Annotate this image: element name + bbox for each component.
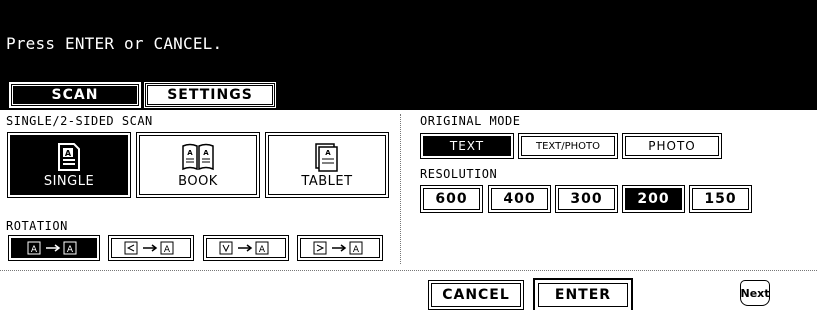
svg-text:A: A (259, 245, 266, 255)
panel-divider-horizontal (0, 270, 817, 271)
enter-button[interactable]: ENTER (533, 278, 633, 310)
svg-text:A: A (187, 149, 193, 157)
svg-text:A: A (65, 149, 72, 158)
tablet-icon: A (315, 143, 338, 172)
svg-text:A: A (325, 149, 331, 157)
status-message: Press ENTER or CANCEL. (6, 34, 223, 53)
resolution-label: RESOLUTION (420, 167, 498, 181)
rotation-left-button[interactable]: A (108, 235, 194, 261)
tablet-label: TABLET (301, 174, 353, 189)
resolution-300-button[interactable]: 300 (555, 185, 618, 213)
rotation-right-button[interactable]: A (297, 235, 383, 261)
svg-text:A: A (67, 245, 74, 255)
rotation-none-icon: A A (27, 241, 77, 255)
svg-text:A: A (164, 245, 171, 255)
book-icon: A A (182, 143, 214, 171)
svg-text:A: A (353, 245, 360, 255)
tab-scan[interactable]: SCAN (9, 82, 141, 108)
tablet-button[interactable]: A TABLET (265, 132, 389, 198)
svg-text:A: A (203, 149, 209, 157)
svg-text:A: A (31, 245, 38, 255)
original-mode-label: ORIGINAL MODE (420, 114, 521, 128)
message-bar: Press ENTER or CANCEL. (0, 0, 817, 78)
resolution-150-button[interactable]: 150 (689, 185, 752, 213)
rotation-right-icon: A (313, 241, 363, 255)
resolution-600-button[interactable]: 600 (420, 185, 483, 213)
rotation-down-icon: A (219, 241, 269, 255)
mode-photo-button[interactable]: PHOTO (622, 133, 722, 159)
resolution-400-button[interactable]: 400 (488, 185, 551, 213)
rotation-down-button[interactable]: A (203, 235, 289, 261)
next-icon: Next (740, 286, 770, 300)
mode-text-photo-button[interactable]: TEXT/PHOTO (518, 133, 618, 159)
rotation-left-icon: A (124, 241, 174, 255)
resolution-200-button[interactable]: 200 (622, 185, 685, 213)
scan-mode-label: SINGLE/2-SIDED SCAN (6, 114, 153, 128)
cancel-button[interactable]: CANCEL (428, 280, 524, 310)
next-button[interactable]: Next (740, 280, 770, 306)
panel-divider-vertical (400, 114, 401, 264)
rotation-none-button[interactable]: A A (8, 235, 100, 261)
panel-top-border (0, 108, 817, 110)
rotation-label: ROTATION (6, 219, 68, 233)
single-label: SINGLE (43, 174, 95, 189)
book-button[interactable]: A A BOOK (136, 132, 260, 198)
single-page-icon: A (58, 143, 80, 171)
single-button[interactable]: A SINGLE (7, 132, 131, 198)
tab-settings[interactable]: SETTINGS (144, 82, 276, 108)
mode-text-button[interactable]: TEXT (420, 133, 514, 159)
book-label: BOOK (178, 174, 218, 189)
